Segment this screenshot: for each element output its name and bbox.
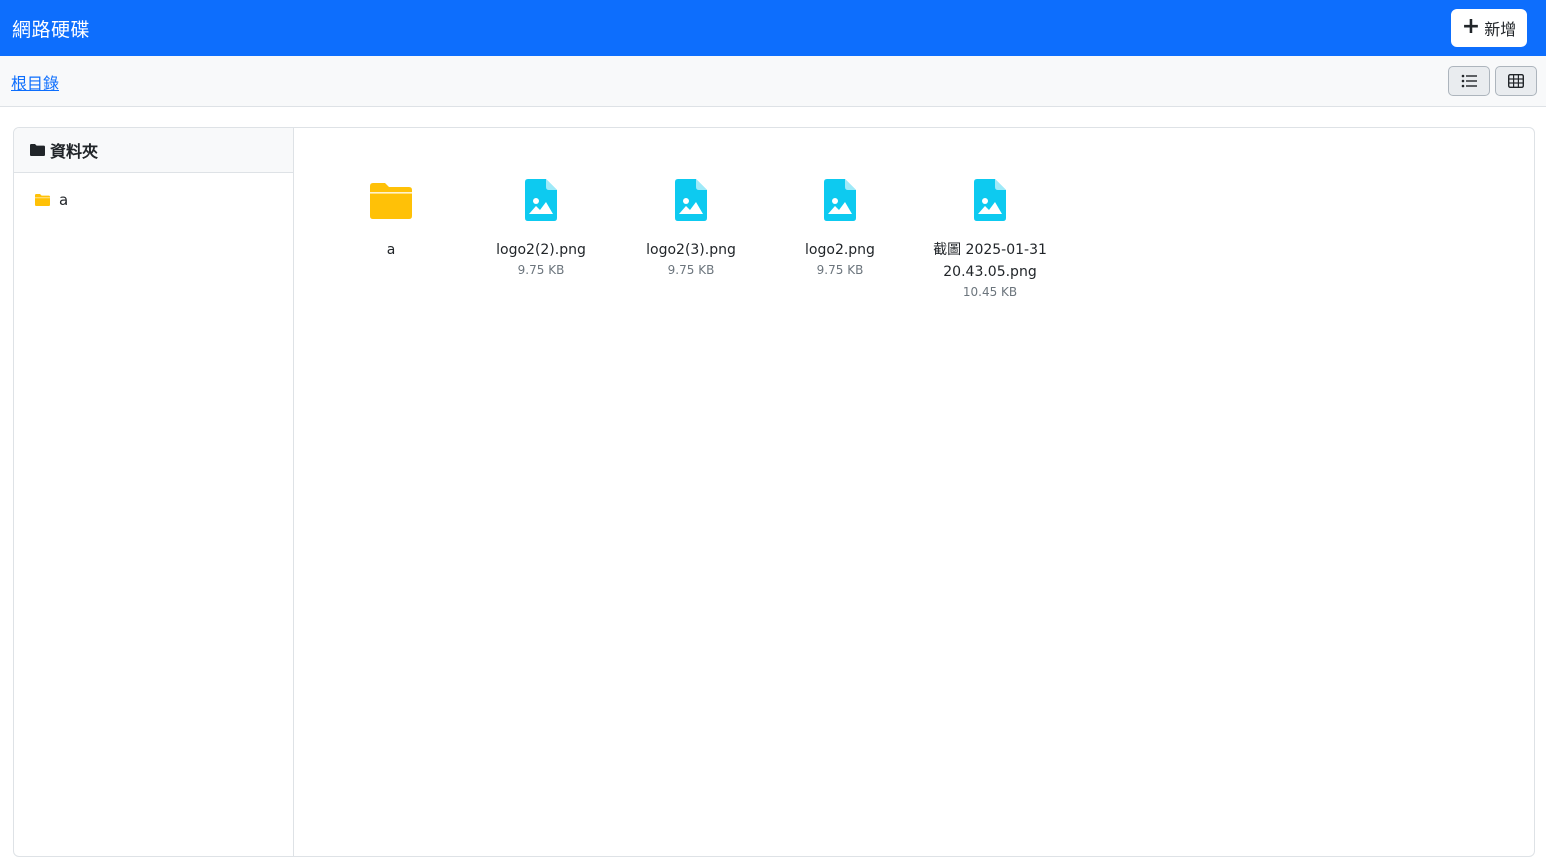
file-grid: a logo2(2).png 9.75 KB logo2(3).png 9.75… [295, 128, 1534, 856]
file-item-image[interactable]: logo2.png 9.75 KB [775, 178, 905, 277]
file-size: 9.75 KB [816, 263, 864, 277]
plus-icon: + [1461, 14, 1481, 39]
file-item-image[interactable]: logo2(3).png 9.75 KB [626, 178, 756, 277]
file-size: 10.45 KB [962, 285, 1018, 299]
file-size: 9.75 KB [517, 263, 565, 277]
sidebar-header: 資料夾 [14, 128, 293, 173]
toolbar: 根目錄 [0, 56, 1546, 107]
file-item-image[interactable]: logo2(2).png 9.75 KB [476, 178, 606, 277]
list-icon [1461, 74, 1477, 88]
folder-icon [35, 194, 50, 206]
file-browser-panel: 資料夾 a a logo2(2).png 9.75 KB logo2(3).pn… [13, 127, 1535, 857]
folder-icon [30, 144, 45, 156]
file-item-image[interactable]: 截圖 2025-01-31 20.43.05.png 10.45 KB [925, 178, 1055, 299]
file-name: a [386, 242, 396, 258]
image-file-icon [525, 179, 557, 221]
sidebar-folder-a[interactable]: a [14, 186, 293, 214]
image-file-icon [824, 179, 856, 221]
image-file-icon [675, 179, 707, 221]
grid-icon [1508, 74, 1524, 88]
new-button-label: 新增 [1484, 20, 1517, 39]
image-file-icon [974, 179, 1006, 221]
grid-view-button[interactable] [1495, 66, 1537, 96]
file-name: logo2.png [805, 242, 875, 258]
app-title: 網路硬碟 [12, 18, 91, 41]
folder-sidebar: 資料夾 a [14, 128, 294, 856]
file-name: logo2(3).png [646, 242, 736, 258]
list-view-button[interactable] [1448, 66, 1490, 96]
sidebar-folder-label: a [59, 191, 69, 209]
new-button[interactable]: + 新增 [1451, 9, 1527, 47]
file-size: 9.75 KB [667, 263, 715, 277]
file-name: logo2(2).png [496, 242, 586, 258]
file-item-folder-a[interactable]: a [326, 178, 456, 261]
breadcrumb-root-link[interactable]: 根目錄 [11, 70, 59, 94]
sidebar-header-label: 資料夾 [50, 142, 99, 161]
top-navbar: 網路硬碟 + 新增 [0, 0, 1546, 56]
folder-icon [370, 182, 412, 219]
file-name: 截圖 2025-01-31 20.43.05.png [933, 242, 1047, 280]
